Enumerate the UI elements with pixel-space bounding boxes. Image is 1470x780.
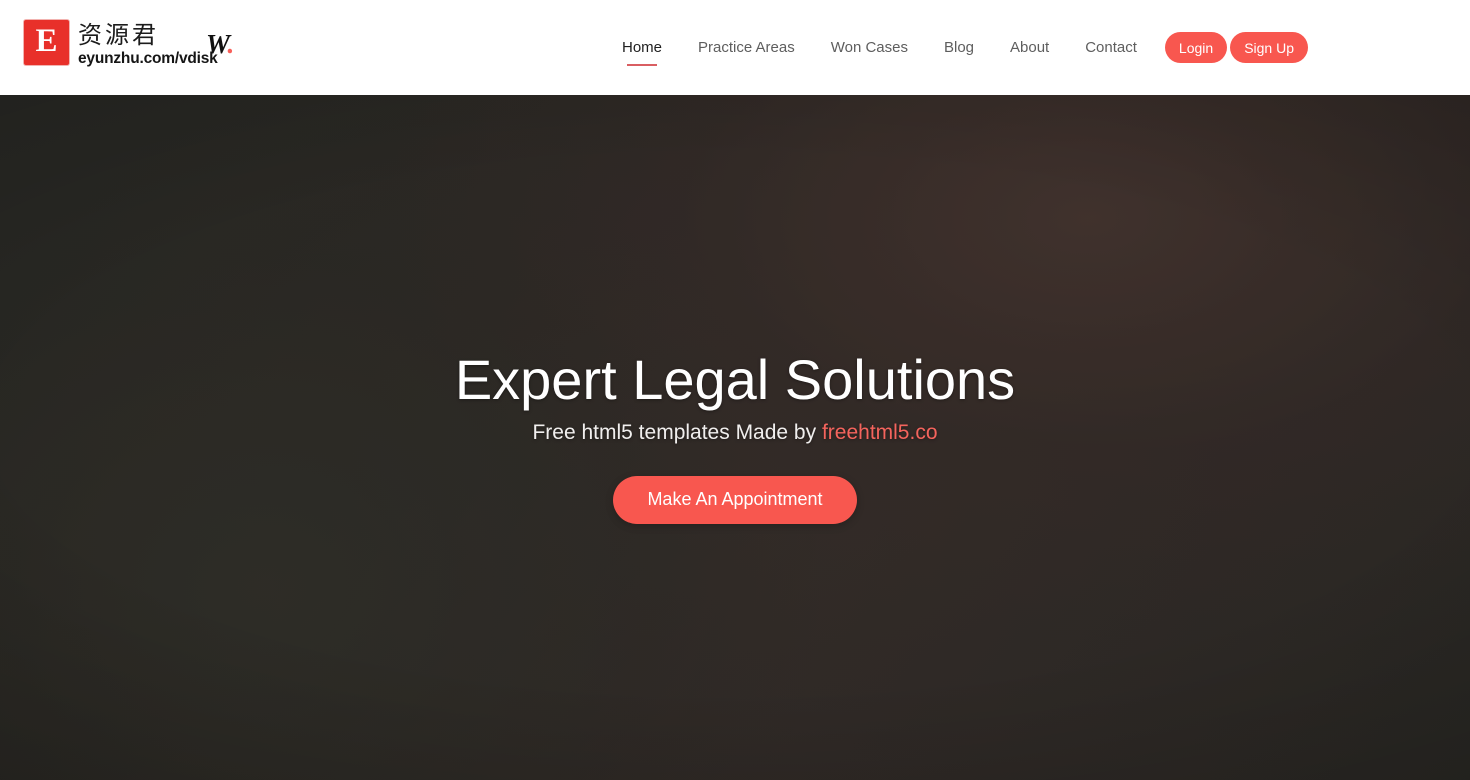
nav-item-blog[interactable]: Blog xyxy=(926,0,992,95)
freehtml5-link[interactable]: freehtml5.co xyxy=(822,421,938,444)
signup-button[interactable]: Sign Up xyxy=(1230,32,1308,63)
watermark-badge-icon: E xyxy=(24,20,69,65)
auth-buttons-group: Login Sign Up xyxy=(1164,0,1308,95)
site-logo-dot: . xyxy=(227,29,235,59)
hero-title: Expert Legal Solutions xyxy=(454,348,1016,412)
login-button[interactable]: Login xyxy=(1164,32,1228,63)
hero-content: Expert Legal Solutions Free html5 templa… xyxy=(0,95,1470,780)
nav-item-contact[interactable]: Contact xyxy=(1067,0,1155,95)
hero-subtitle-text: Free html5 templates Made by xyxy=(532,421,822,445)
nav-item-home[interactable]: Home xyxy=(604,0,680,95)
watermark-texts: 资源君 eyunzhu.com/vdisk xyxy=(78,20,218,68)
watermark-chinese-label: 资源君 xyxy=(78,21,159,49)
nav-item-about[interactable]: About xyxy=(992,0,1067,95)
nav-item-practice-areas[interactable]: Practice Areas xyxy=(680,0,813,95)
watermark-overlay: E 资源君 eyunzhu.com/vdisk xyxy=(24,20,218,68)
make-an-appointment-button[interactable]: Make An Appointment xyxy=(613,475,857,524)
hero-section: Expert Legal Solutions Free html5 templa… xyxy=(0,95,1470,780)
watermark-badge-letter: E xyxy=(35,23,58,59)
nav-item-won-cases[interactable]: Won Cases xyxy=(813,0,926,95)
watermark-url-label: eyunzhu.com/vdisk xyxy=(78,50,218,67)
site-header: W. E 资源君 eyunzhu.com/vdisk Home Practice… xyxy=(0,0,1470,95)
hero-subtitle: Free html5 templates Made by freehtml5.c… xyxy=(532,418,937,447)
main-nav: Home Practice Areas Won Cases Blog About… xyxy=(604,0,1155,95)
brand-zone: W. E 资源君 eyunzhu.com/vdisk xyxy=(0,0,340,95)
